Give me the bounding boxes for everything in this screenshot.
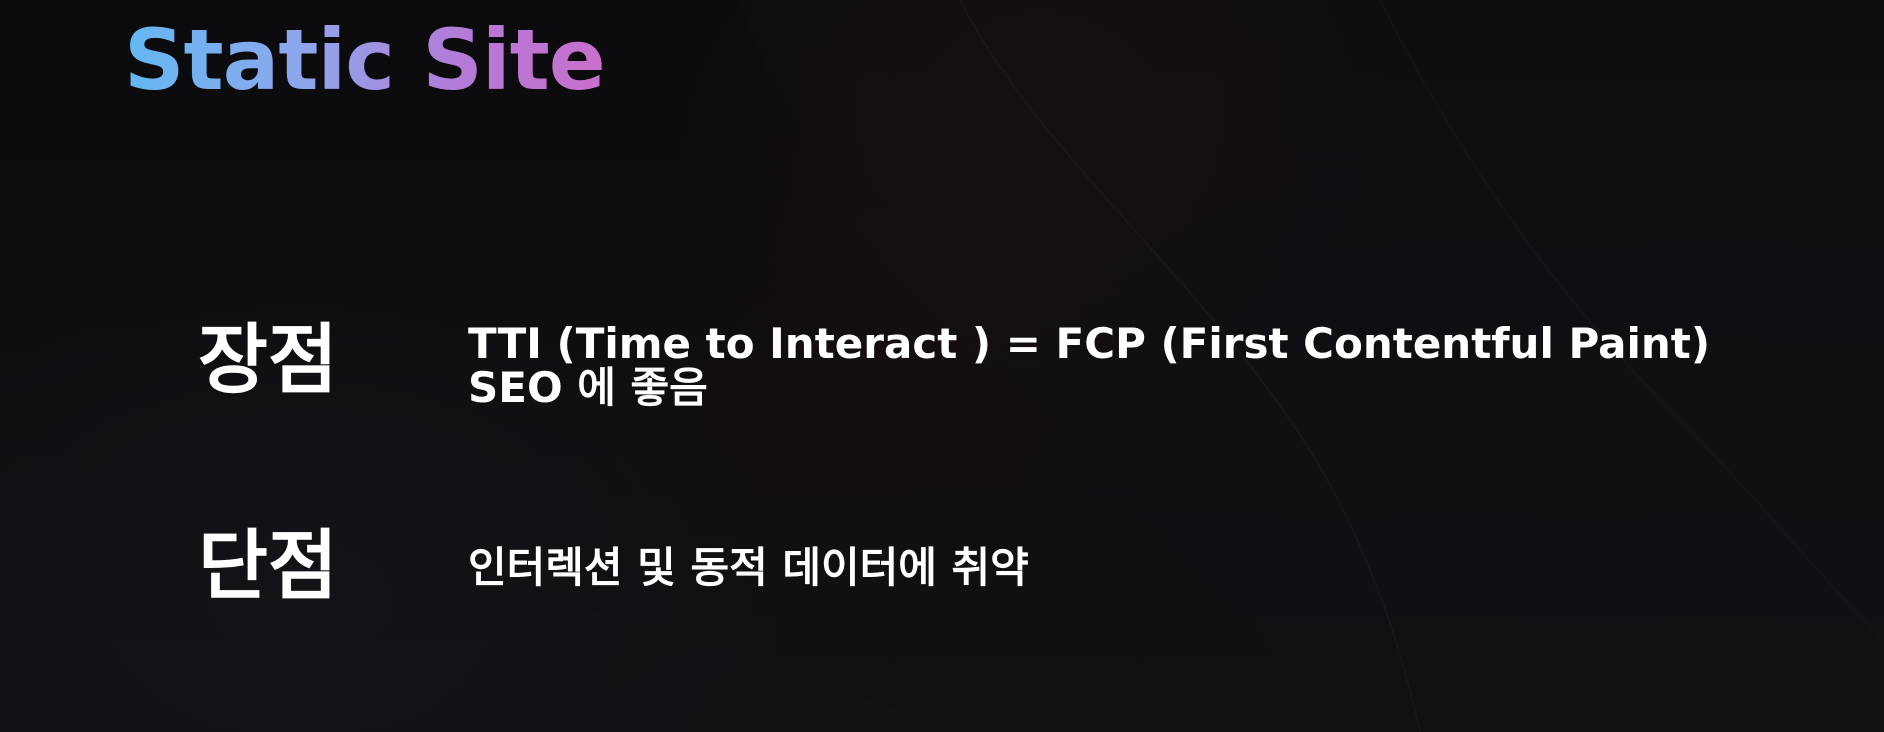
slide-title: Static Site bbox=[124, 11, 606, 109]
pros-item-tti: TTI (Time to Interact ) = FCP (First Con… bbox=[468, 319, 1711, 368]
cons-item-interaction: 인터렉션 및 동적 데이터에 취약 bbox=[468, 543, 1029, 592]
pros-item-seo: SEO 에 좋음 bbox=[468, 363, 708, 413]
slide: Static Site 장점 TTI (Time to Interact ) =… bbox=[0, 0, 1884, 732]
cons-list: 인터렉션 및 동적 데이터에 취약 bbox=[468, 543, 1029, 592]
pros-label: 장점 bbox=[198, 315, 338, 404]
pros-list: TTI (Time to Interact ) = FCP (First Con… bbox=[468, 319, 1711, 413]
cons-label: 단점 bbox=[198, 521, 338, 610]
